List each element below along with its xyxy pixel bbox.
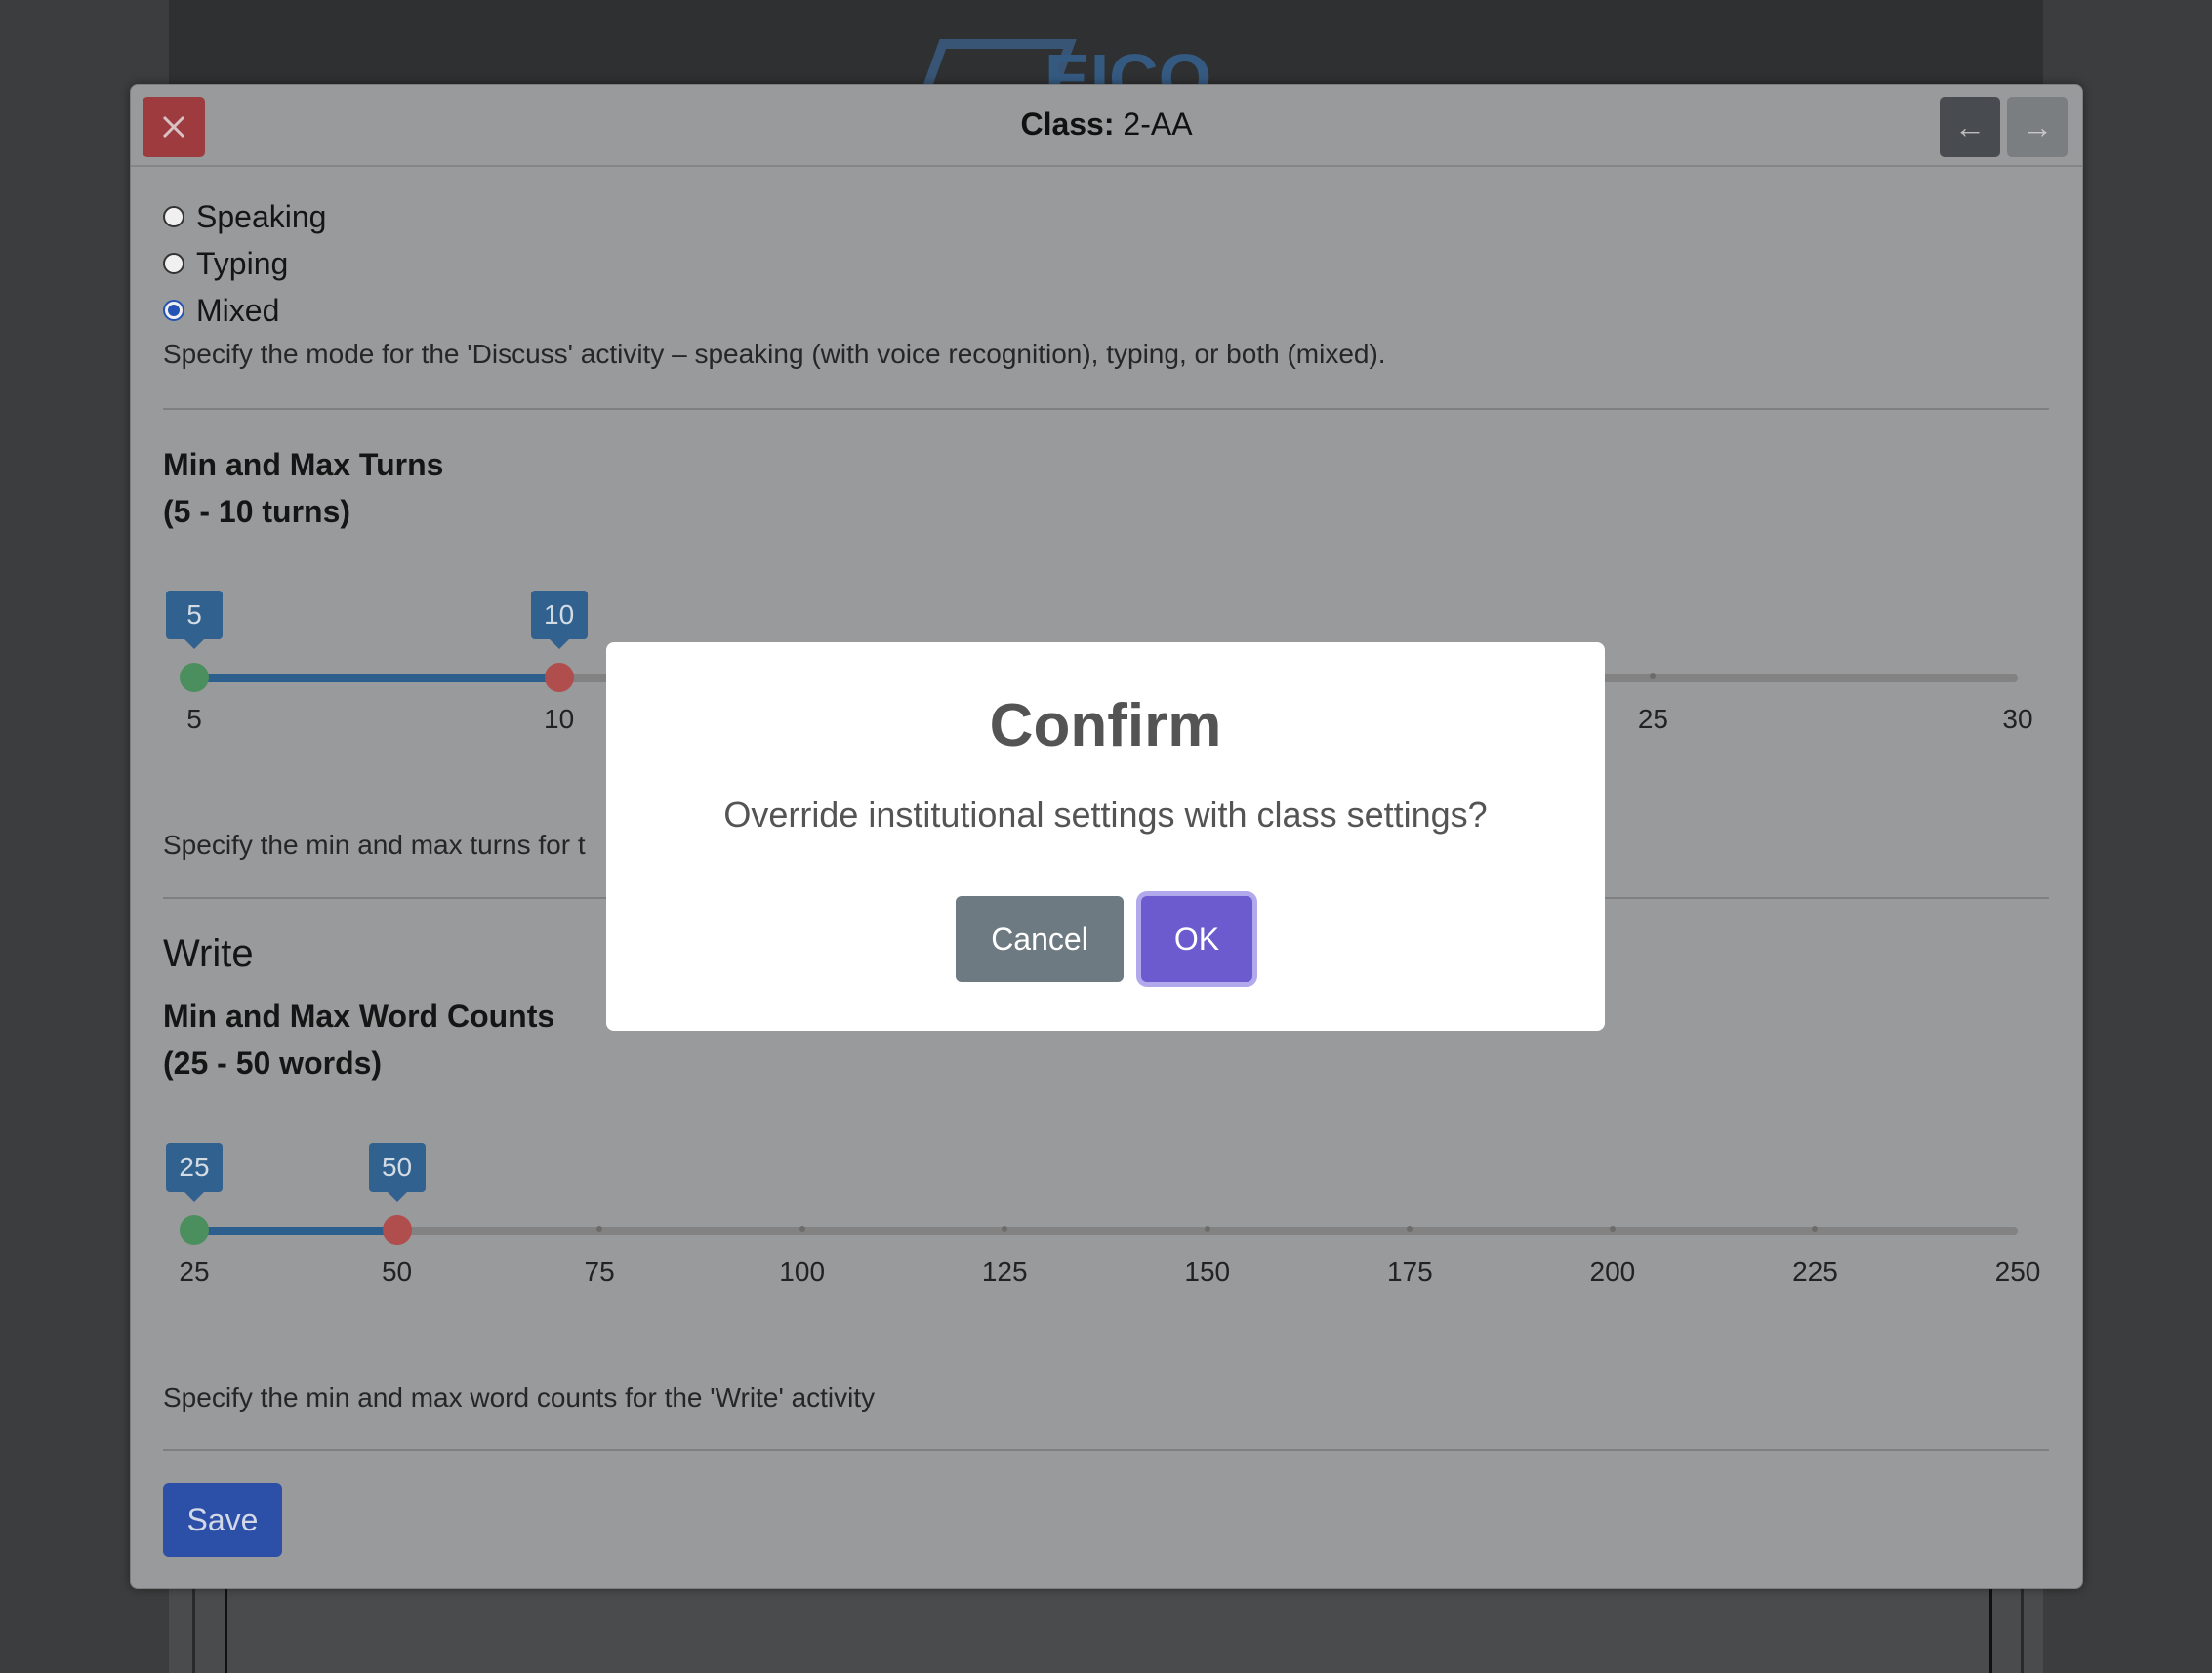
slider-tick-label: 50 [381, 1256, 413, 1286]
slider-tick-label: 150 [1184, 1256, 1231, 1286]
confirm-message: Override institutional settings with cla… [723, 795, 1488, 835]
slider-tick-label: 250 [1994, 1256, 2041, 1286]
slider-tick [799, 1226, 805, 1232]
next-button[interactable]: → [2007, 97, 2068, 157]
slider-max-tooltip: 10 [530, 591, 588, 649]
arrow-left-icon: ← [1954, 108, 1986, 144]
slider-min-handle[interactable] [180, 663, 209, 692]
slider-tick-label: 125 [981, 1256, 1028, 1286]
words-heading: Min and Max Word Counts [163, 999, 555, 1034]
slider-min-tooltip: 25 [166, 1143, 223, 1202]
words-range: (25 - 50 words) [163, 1045, 383, 1081]
radio-option-speaking[interactable]: Speaking [163, 197, 326, 236]
save-button[interactable]: Save [163, 1483, 282, 1557]
radio-option-mixed[interactable]: Mixed [163, 291, 279, 330]
previous-button[interactable]: ← [1940, 97, 2000, 157]
slider-tick-label: 5 [186, 704, 202, 734]
slider-min-tooltip: 5 [166, 591, 223, 649]
turns-help: Specify the min and max turns for t [163, 830, 586, 860]
ok-button[interactable]: OK [1141, 896, 1252, 982]
write-section-title: Write [163, 932, 254, 975]
radio-mixed[interactable] [163, 300, 184, 321]
radio-label: Mixed [196, 292, 280, 328]
slider-tick-label: 25 [1637, 704, 1668, 734]
slider-tick [1609, 1226, 1616, 1232]
slider-tick-label: 10 [544, 704, 575, 734]
title-label: Class: [1020, 106, 1115, 142]
words-range-slider[interactable]: 25 50 75 100 125 150 175 200 225 250 25 50 [166, 1143, 2040, 1325]
arrow-right-icon: → [2022, 108, 2053, 144]
slider-tick [1204, 1226, 1210, 1232]
slider-min-handle[interactable] [180, 1215, 209, 1245]
slider-tick-label: 30 [2002, 704, 2033, 734]
slider-tick-label: 25 [179, 1256, 210, 1286]
cancel-button[interactable]: Cancel [956, 896, 1124, 982]
slider-tick-label: 200 [1589, 1256, 1636, 1286]
slider-tick-label: 75 [584, 1256, 615, 1286]
slider-max-tooltip: 50 [368, 1143, 426, 1202]
discuss-mode-help: Specify the mode for the 'Discuss' activ… [163, 339, 1386, 369]
modal-header: Class: 2-AA ← → [131, 85, 2082, 167]
radio-option-typing[interactable]: Typing [163, 244, 288, 283]
radio-typing[interactable] [163, 253, 184, 274]
radio-label: Speaking [196, 198, 327, 234]
radio-speaking[interactable] [163, 206, 184, 227]
slider-max-handle[interactable] [382, 1215, 412, 1245]
slider-track[interactable] [194, 1227, 2018, 1235]
confirm-title: Confirm [989, 692, 1222, 759]
divider [163, 408, 2049, 410]
slider-tick-label: 175 [1386, 1256, 1433, 1286]
slider-tick-label: 100 [779, 1256, 826, 1286]
confirm-dialog: Confirm Override institutional settings … [606, 642, 1605, 1031]
title-value: 2-AA [1123, 106, 1193, 142]
slider-max-handle[interactable] [544, 663, 574, 692]
turns-heading: Min and Max Turns [163, 447, 444, 482]
modal-title: Class: 2-AA [131, 106, 2082, 143]
turns-range: (5 - 10 turns) [163, 494, 351, 529]
slider-tick-label: 225 [1792, 1256, 1838, 1286]
radio-label: Typing [196, 245, 289, 281]
slider-selected-range [194, 1227, 397, 1235]
divider [163, 1449, 2049, 1451]
background-frame-inner [225, 1581, 1992, 1673]
slider-selected-range [194, 674, 559, 682]
words-help: Specify the min and max word counts for … [163, 1382, 876, 1412]
